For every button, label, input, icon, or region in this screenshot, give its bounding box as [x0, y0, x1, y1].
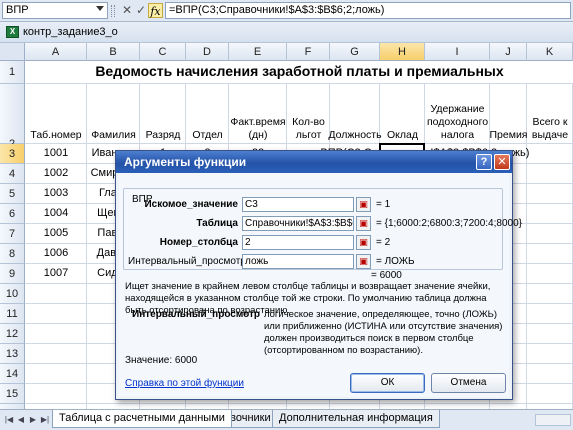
formula-input[interactable]: =ВПР(C3;Справочники!$A$3:$B$6;2;ложь) — [165, 2, 571, 19]
column-heading-cell[interactable]: Оклад — [380, 86, 425, 142]
formula-result: = 6000 — [371, 270, 402, 281]
column-heading-cell[interactable]: Премия — [490, 86, 528, 142]
row-header-13[interactable]: 13 — [0, 344, 25, 364]
column-header-i[interactable]: I — [425, 43, 490, 61]
row-header-3[interactable]: 3 — [0, 144, 25, 164]
column-header-c[interactable]: C — [140, 43, 186, 61]
sheet-title[interactable]: Ведомость начисления заработной платы и … — [26, 63, 573, 79]
sheet-tab-bar: |◀ ◀ ▶ ▶| Таблица с расчетными данными С… — [0, 409, 573, 430]
name-box[interactable]: ВПР — [2, 2, 108, 19]
ok-button[interactable]: ОК — [350, 373, 425, 393]
column-heading-cell[interactable]: Фамилия — [87, 86, 140, 142]
horizontal-scrollbar[interactable] — [535, 414, 571, 426]
table-cell[interactable]: 1007 — [25, 267, 87, 279]
formula-bar-separator — [111, 5, 115, 17]
arg-label-column-index: Номер_столбца — [159, 237, 238, 248]
row-header-5[interactable]: 5 — [0, 184, 25, 204]
argument-description-text: логическое значение, определяющее, точно… — [264, 309, 503, 356]
formula-bar: ВПР ✕ ✓ fx =ВПР(C3;Справочники!$A$3:$B$6… — [0, 0, 573, 22]
column-heading-cell[interactable]: Должность — [328, 86, 381, 142]
column-header-f[interactable]: F — [287, 43, 330, 61]
tab-extra-info[interactable]: Дополнительная информация — [272, 410, 440, 428]
column-heading-cell[interactable]: Кол-во льгот — [287, 86, 330, 142]
select-all-corner[interactable] — [0, 43, 25, 61]
column-heading-cell[interactable]: Удержание подоходного налога — [425, 86, 490, 142]
arg-result-column-index: = 2 — [376, 237, 391, 248]
column-index-input[interactable]: 2 — [242, 235, 354, 250]
column-heading-cell[interactable]: Отдел — [186, 86, 229, 142]
arg-label-table: Таблица — [196, 218, 238, 229]
collapse-dialog-icon[interactable]: ▣ — [356, 216, 371, 231]
row-header-1[interactable]: 1 — [0, 61, 25, 84]
column-header-j[interactable]: J — [490, 43, 527, 61]
row-header-8[interactable]: 8 — [0, 244, 25, 264]
row-header-12[interactable]: 12 — [0, 324, 25, 344]
arg-result-range-lookup: = ЛОЖЬ — [376, 256, 415, 267]
row-header-11[interactable]: 11 — [0, 304, 25, 324]
column-header-e[interactable]: E — [229, 43, 287, 61]
arg-result-lookup-value: = 1 — [376, 199, 391, 210]
column-header-d[interactable]: D — [186, 43, 229, 61]
column-heading-cell[interactable]: Разряд — [140, 86, 186, 142]
lookup-value-input[interactable]: C3 — [242, 197, 354, 212]
column-header-k[interactable]: K — [527, 43, 573, 61]
arg-label-lookup-value: Искомое_значение — [144, 199, 238, 210]
grid-line — [25, 143, 573, 144]
column-header-a[interactable]: A — [25, 43, 87, 61]
row-header-7[interactable]: 7 — [0, 224, 25, 244]
workbook-title-bar: X контр_задание3_о — [0, 22, 573, 43]
table-cell[interactable]: 1002 — [25, 167, 87, 179]
cancel-entry-icon[interactable]: ✕ — [120, 3, 134, 18]
column-heading-cell[interactable]: Всего к выдаче — [527, 86, 573, 142]
row-header-2[interactable]: 2 — [0, 84, 25, 150]
first-sheet-icon[interactable]: |◀ — [4, 414, 14, 426]
prev-sheet-icon[interactable]: ◀ — [16, 414, 26, 426]
dialog-title: Аргументы функции — [124, 155, 247, 169]
name-box-dropdown-icon[interactable] — [96, 6, 104, 11]
row-header-9[interactable]: 9 — [0, 264, 25, 284]
table-cell[interactable]: 1005 — [25, 227, 87, 239]
function-arguments-dialog: Аргументы функции ? ✕ ВПР Искомое_значен… — [115, 150, 522, 400]
workbook-name: контр_задание3_о — [23, 26, 118, 38]
help-icon[interactable]: ? — [476, 154, 492, 170]
column-header-h[interactable]: H — [380, 43, 425, 61]
collapse-dialog-icon[interactable]: ▣ — [356, 254, 371, 269]
insert-function-button[interactable]: fx — [148, 3, 163, 18]
enter-entry-icon[interactable]: ✓ — [134, 3, 148, 18]
next-sheet-icon[interactable]: ▶ — [28, 414, 38, 426]
row-header-14[interactable]: 14 — [0, 364, 25, 384]
grid-line — [25, 403, 573, 404]
table-cell[interactable]: 1006 — [25, 247, 87, 259]
table-cell[interactable]: 1001 — [25, 147, 87, 159]
dialog-body: ВПР Искомое_значение C3 ▣ = 1 Таблица Сп… — [119, 173, 522, 397]
table-cell[interactable]: 1004 — [25, 207, 87, 219]
column-header-b[interactable]: B — [87, 43, 140, 61]
arg-label-range-lookup: Интервальный_просмотр — [128, 256, 246, 267]
dialog-titlebar[interactable]: Аргументы функции ? ✕ — [116, 151, 512, 173]
argument-description-name: Интервальный_просмотр — [132, 309, 260, 320]
row-header-10[interactable]: 10 — [0, 284, 25, 304]
tab-calc-data[interactable]: Таблица с расчетными данными — [52, 410, 232, 428]
help-link[interactable]: Справка по этой функции — [125, 378, 244, 389]
collapse-dialog-icon[interactable]: ▣ — [356, 197, 371, 212]
cancel-button[interactable]: Отмена — [431, 373, 506, 393]
close-icon[interactable]: ✕ — [494, 154, 510, 170]
arguments-group: ВПР Искомое_значение C3 ▣ = 1 Таблица Сп… — [123, 188, 522, 270]
last-sheet-icon[interactable]: ▶| — [40, 414, 50, 426]
column-heading-cell[interactable]: Таб.номер — [25, 86, 87, 142]
value-line: Значение: 6000 — [125, 355, 198, 366]
row-header-6[interactable]: 6 — [0, 204, 25, 224]
table-input[interactable]: Справочники!$A$3:$B$6 — [242, 216, 354, 231]
column-heading-cell[interactable]: Факт.время (дн) — [229, 86, 287, 142]
table-cell[interactable]: 1003 — [25, 187, 87, 199]
row-header-15[interactable]: 15 — [0, 384, 25, 404]
column-header-g[interactable]: G — [330, 43, 380, 61]
excel-icon: X — [6, 26, 19, 38]
grid-line — [25, 83, 573, 84]
collapse-dialog-icon[interactable]: ▣ — [356, 235, 371, 250]
row-header-4[interactable]: 4 — [0, 164, 25, 184]
range-lookup-input[interactable]: ложь — [242, 254, 354, 269]
arg-result-table: = {1;6000:2;6800:3;7200:4;8000} — [376, 218, 522, 229]
